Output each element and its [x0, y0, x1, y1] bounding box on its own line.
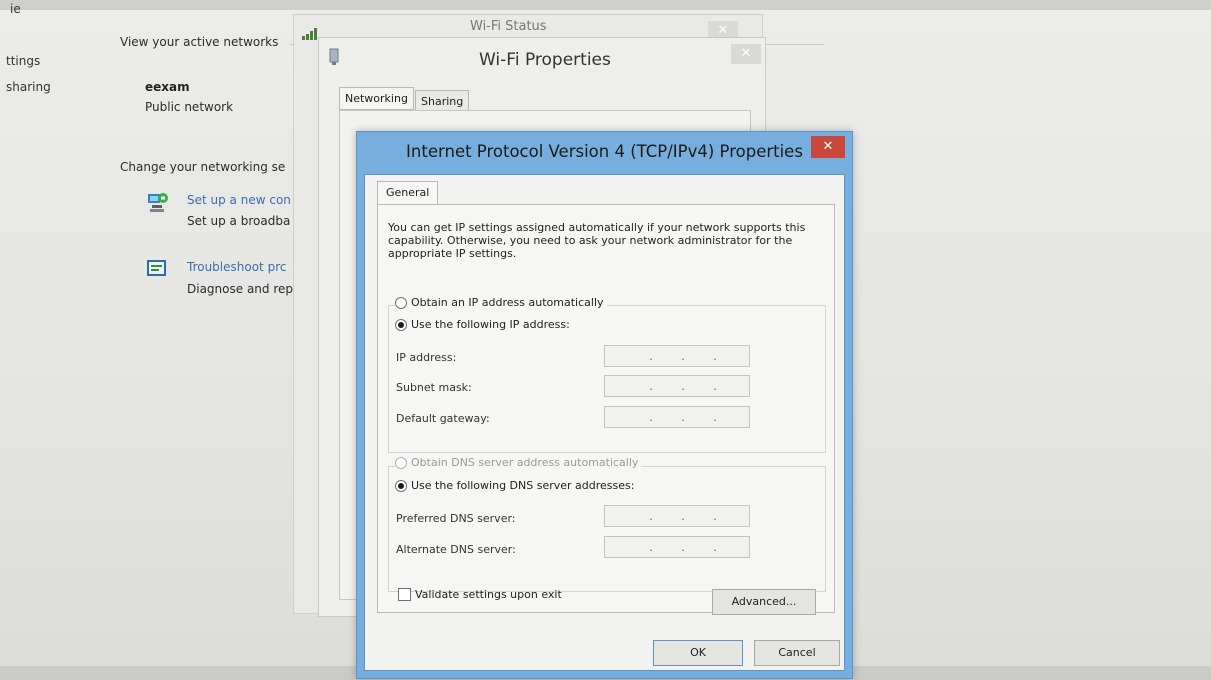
ipv4-dialog-title: Internet Protocol Version 4 (TCP/IPv4) P… [406, 142, 803, 161]
validate-settings-option[interactable]: Validate settings upon exit [398, 588, 562, 601]
obtain-ip-auto-label: Obtain an IP address automatically [411, 296, 604, 309]
default-gateway-input[interactable]: . . . [604, 406, 750, 428]
ipv4-close-button[interactable]: ✕ [811, 136, 845, 158]
default-gateway-label: Default gateway: [396, 412, 490, 425]
troubleshoot-desc: Diagnose and rep [187, 282, 294, 296]
wifi-properties-close-button[interactable]: ✕ [731, 44, 761, 64]
network-name: eexam [145, 80, 190, 94]
setup-connection-link[interactable]: Set up a new con [187, 193, 291, 207]
obtain-ip-auto-option[interactable]: Obtain an IP address automatically [395, 296, 607, 309]
left-pane-item-settings[interactable]: ttings [6, 54, 40, 68]
validate-settings-checkbox[interactable] [398, 588, 411, 601]
troubleshoot-link[interactable]: Troubleshoot prc [187, 260, 286, 274]
ip-settings-description: You can get IP settings assigned automat… [388, 221, 806, 260]
subnet-mask-input[interactable]: . . . [604, 375, 750, 397]
ip-address-input[interactable]: . . . [604, 345, 750, 367]
wifi-signal-icon [302, 25, 318, 44]
ipv4-client-area: General You can get IP settings assigned… [364, 174, 845, 671]
change-settings-heading: Change your networking se [120, 160, 286, 174]
use-following-ip-label: Use the following IP address: [411, 318, 570, 331]
left-pane-item-sharing[interactable]: sharing [6, 80, 51, 94]
left-pane-item[interactable]: ie [10, 2, 21, 16]
network-type: Public network [145, 100, 234, 114]
use-following-ip-radio[interactable] [395, 318, 407, 331]
use-following-dns-option[interactable]: Use the following DNS server addresses: [395, 479, 634, 492]
subnet-mask-label: Subnet mask: [396, 381, 472, 394]
wifi-properties-title: Wi-Fi Properties [479, 50, 611, 70]
obtain-dns-auto-label: Obtain DNS server address automatically [411, 456, 639, 469]
use-following-dns-label: Use the following DNS server addresses: [411, 479, 635, 492]
obtain-ip-auto-radio[interactable] [395, 296, 407, 309]
setup-connection-desc: Set up a broadba [187, 214, 291, 228]
use-following-ip-option[interactable]: Use the following IP address: [395, 318, 570, 331]
ip-address-label: IP address: [396, 351, 457, 364]
network-setup-icon [146, 190, 168, 212]
tab-general[interactable]: General [377, 181, 439, 205]
ipv4-properties-dialog: Internet Protocol Version 4 (TCP/IPv4) P… [356, 131, 853, 679]
alternate-dns-input[interactable]: . . . [604, 536, 750, 558]
ok-button[interactable]: OK [653, 640, 743, 666]
general-tab-panel: You can get IP settings assigned automat… [377, 204, 835, 615]
separator [764, 44, 824, 45]
top-edge [0, 0, 1211, 10]
network-adapter-icon [329, 48, 339, 70]
use-following-dns-radio[interactable] [395, 479, 407, 492]
cancel-button[interactable]: Cancel [754, 640, 840, 666]
tab-networking[interactable]: Networking [339, 87, 414, 110]
troubleshoot-icon [146, 258, 168, 280]
preferred-dns-label: Preferred DNS server: [396, 512, 516, 525]
advanced-button[interactable]: Advanced... [712, 589, 816, 615]
view-active-networks-label: View your active networks [120, 35, 279, 49]
wifi-status-title: Wi-Fi Status [470, 19, 547, 34]
obtain-dns-auto-option: Obtain DNS server address automatically [395, 456, 642, 469]
validate-settings-label: Validate settings upon exit [415, 588, 562, 601]
obtain-dns-auto-radio [395, 456, 407, 469]
alternate-dns-label: Alternate DNS server: [396, 543, 516, 556]
preferred-dns-input[interactable]: . . . [604, 505, 750, 527]
